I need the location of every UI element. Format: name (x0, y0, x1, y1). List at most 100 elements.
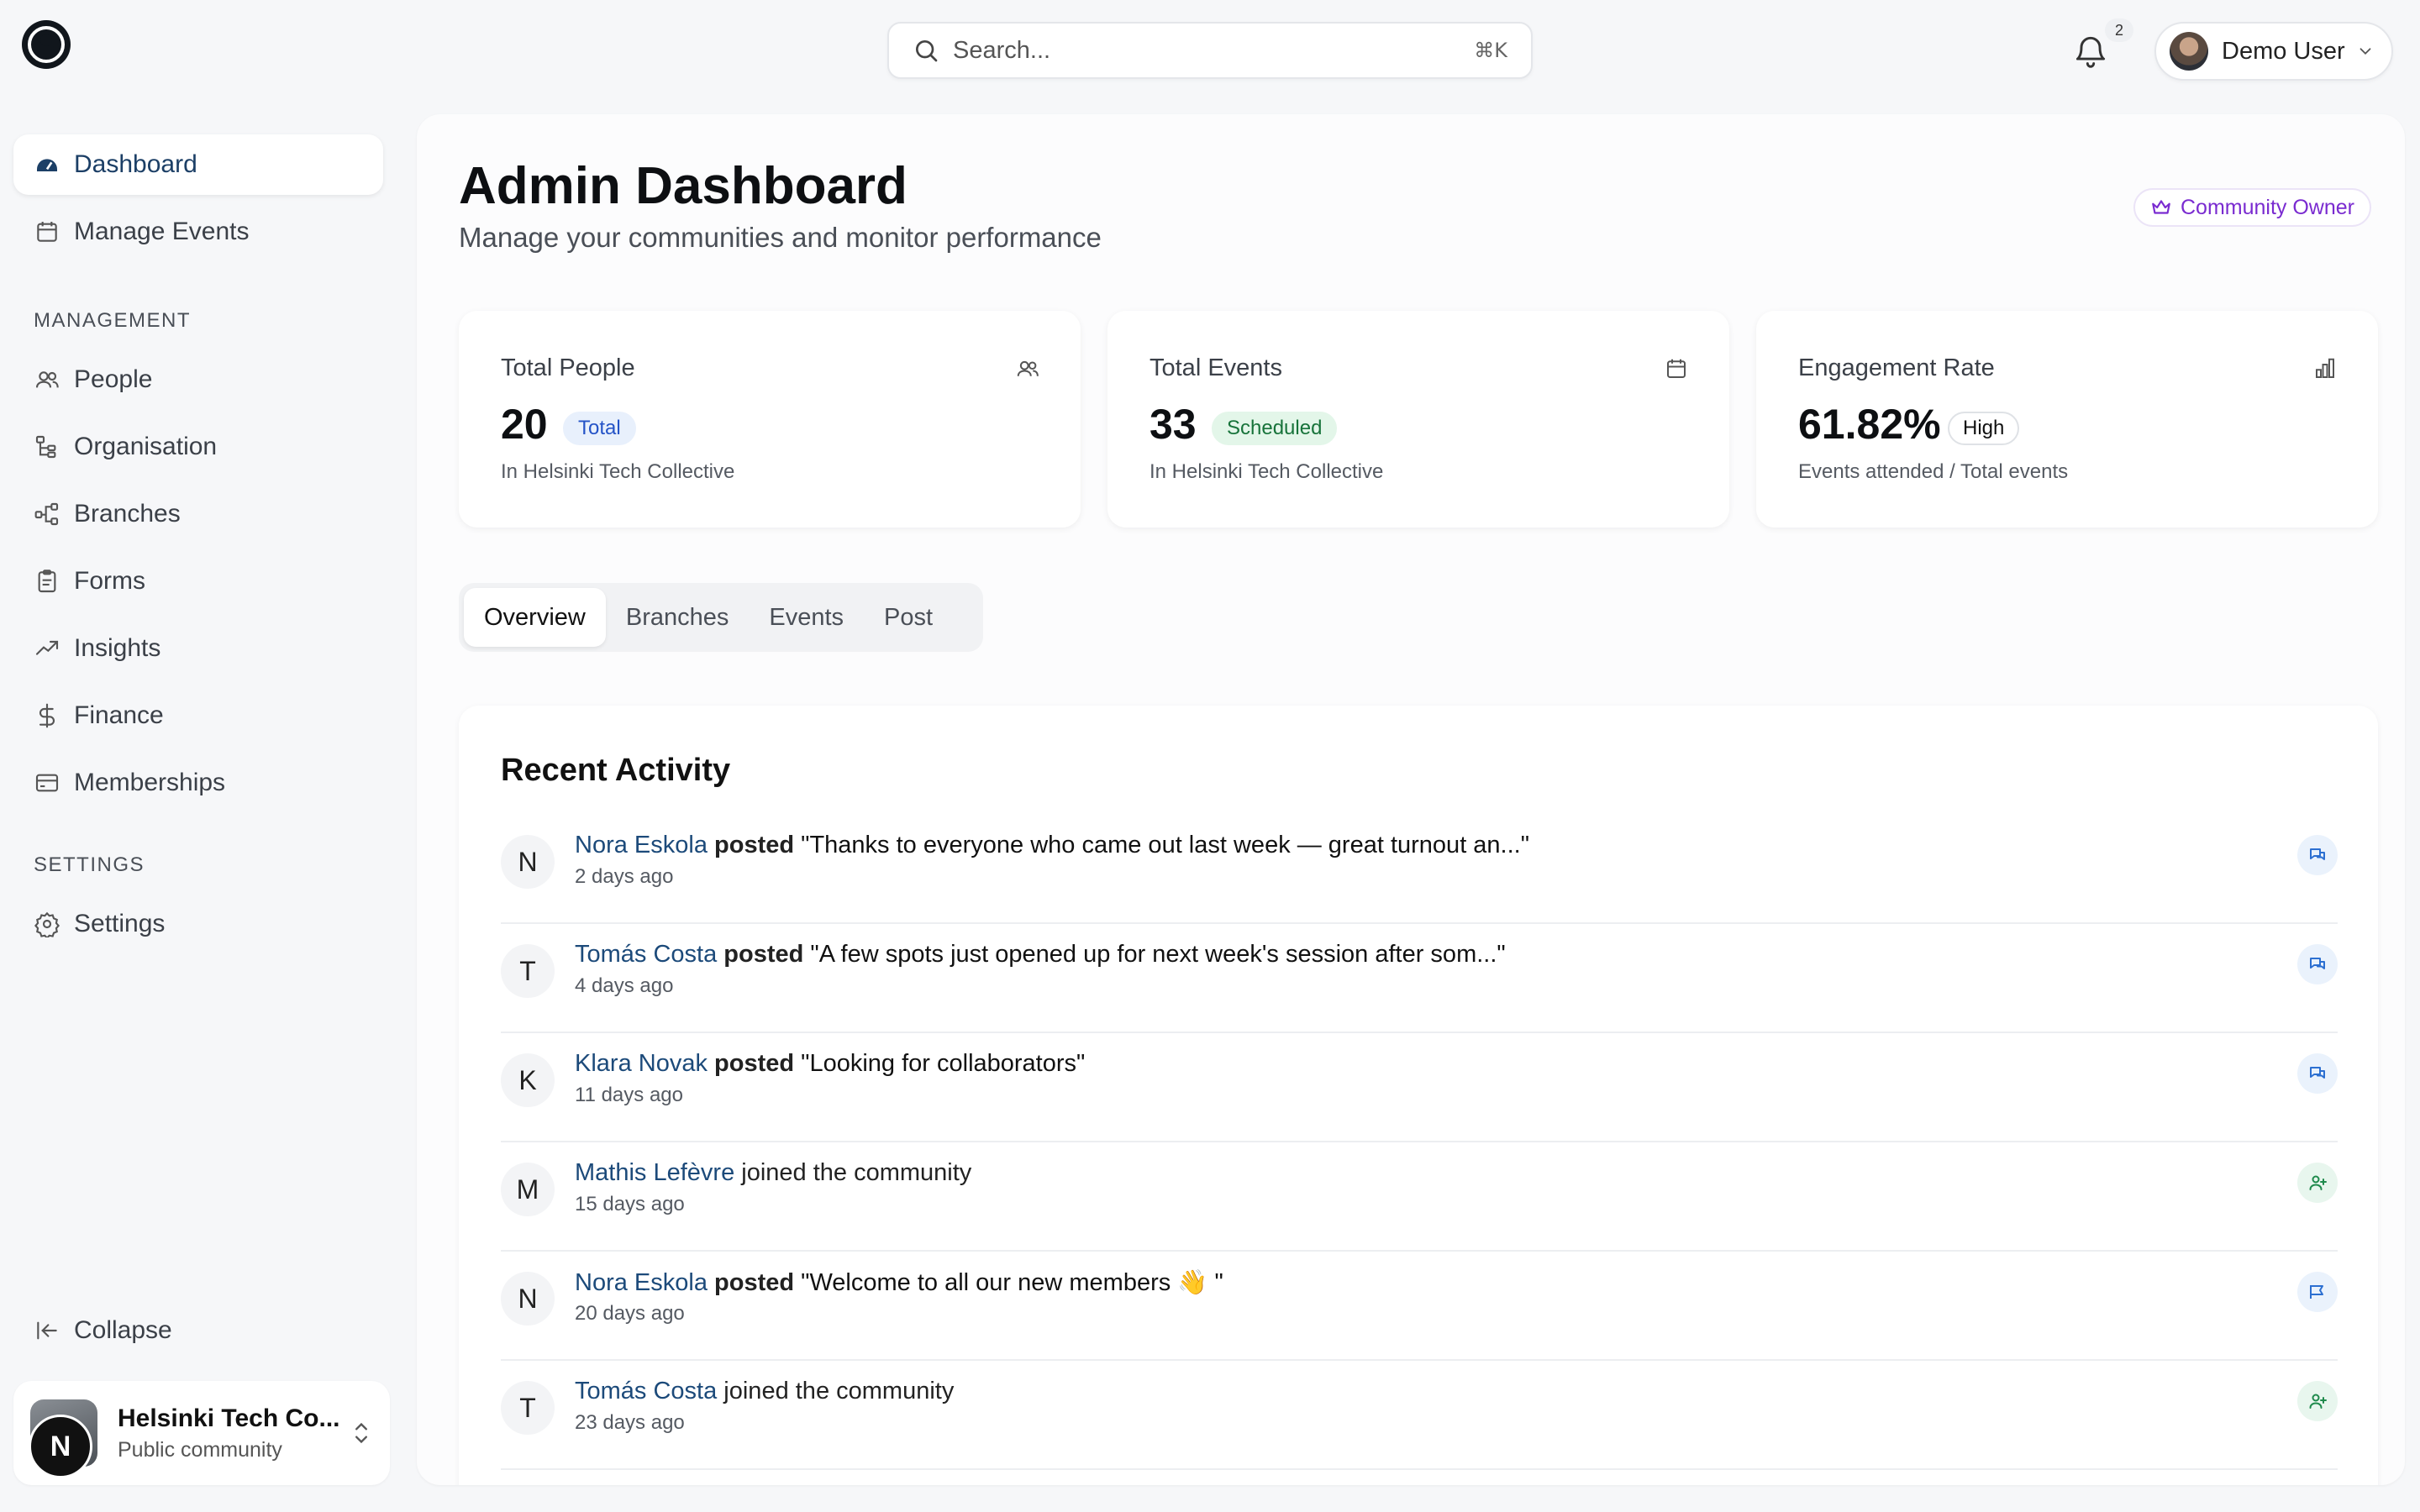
notifications-button[interactable] (2072, 32, 2109, 69)
activity-verb: posted (714, 1050, 795, 1077)
activity-content: "Looking for collaborators" (801, 1050, 1086, 1077)
community-switcher[interactable]: N Helsinki Tech Co... Public community (13, 1381, 390, 1485)
message-icon (2297, 944, 2338, 984)
sidebar-item-label: Memberships (74, 769, 226, 796)
search-icon (913, 37, 939, 64)
activity-row: K Klara Novak posted "Looking for collabo… (501, 1033, 2338, 1142)
activity-time: 15 days ago (575, 1193, 685, 1215)
people-icon (34, 366, 60, 393)
sidebar-item-label: Settings (74, 910, 166, 937)
activity-avatar: N (501, 835, 555, 889)
branches-icon (34, 501, 60, 528)
activity-avatar: K (501, 1053, 555, 1107)
user-plus-icon (2297, 1381, 2338, 1421)
activity-avatar: T (501, 944, 555, 998)
chevrons-up-down-icon (350, 1416, 373, 1450)
calendar-icon (1664, 356, 1689, 381)
sidebar-item-insights[interactable]: Insights (13, 618, 383, 679)
collapse-button[interactable]: Collapse (13, 1300, 383, 1361)
activity-time: 20 days ago (575, 1302, 685, 1325)
crown-icon (2150, 197, 2172, 218)
activity-author-link[interactable]: Nora Eskola (575, 1269, 708, 1296)
activity-text: Nora Eskola posted "Thanks to everyone w… (575, 832, 1529, 859)
activity-author-link[interactable]: Tomás Costa (575, 1378, 717, 1404)
activity-verb: joined the community (741, 1159, 972, 1186)
activity-avatar: T (501, 1381, 555, 1435)
stat-label: Total People (501, 354, 635, 381)
activity-text: Tomás Costa posted "A few spots just ope… (575, 941, 1506, 969)
sidebar-item-branches[interactable]: Branches (13, 484, 383, 544)
notification-count-badge: 2 (2105, 18, 2133, 42)
sidebar-item-finance[interactable]: Finance (13, 685, 383, 746)
activity-avatar: N (501, 1272, 555, 1326)
activity-verb: joined the community (723, 1378, 955, 1404)
activity-verb: posted (723, 941, 804, 968)
collapse-icon (34, 1317, 60, 1344)
activity-time: 2 days ago (575, 865, 674, 888)
activity-text: Mathis Lefèvre joined the community (575, 1159, 971, 1187)
sidebar-item-dashboard[interactable]: Dashboard (13, 134, 383, 195)
sidebar-item-label: Finance (74, 701, 164, 729)
tab-overview[interactable]: Overview (464, 588, 606, 647)
activity-content: "A few spots just opened up for next wee… (810, 941, 1506, 968)
activity-author-link[interactable]: Tomás Costa (575, 941, 717, 968)
card-icon (34, 769, 60, 796)
stat-chip: Scheduled (1212, 412, 1338, 445)
community-type: Public community (118, 1437, 282, 1462)
activity-row: M Mathis Lefèvre joined the community 15 … (501, 1142, 2338, 1252)
activity-author-link[interactable]: Klara Novak (575, 1050, 708, 1077)
sidebar-item-label: Branches (74, 500, 181, 528)
activity-content: "Welcome to all our new members 👋 " (801, 1269, 1223, 1296)
section-title-settings: SETTINGS (34, 853, 145, 876)
page-title: Admin Dashboard (459, 157, 908, 215)
sidebar-item-label: Dashboard (74, 150, 197, 178)
user-name: Demo User (2222, 37, 2345, 65)
dollar-icon (34, 702, 60, 729)
stat-card-engagement-rate: Engagement Rate 61.82% High Events atten… (1756, 311, 2378, 528)
activity-content: "Thanks to everyone who came out last we… (801, 832, 1530, 858)
sidebar: Dashboard Manage Events MANAGEMENT Peopl… (0, 118, 403, 1512)
bar-chart-icon (2312, 356, 2338, 381)
main-panel: Admin Dashboard Manage your communities … (417, 114, 2405, 1485)
activity-time: 11 days ago (575, 1084, 683, 1106)
app-logo[interactable] (20, 18, 72, 71)
sidebar-item-label: Forms (74, 567, 145, 595)
search-bar[interactable]: ⌘K (887, 22, 1533, 79)
search-shortcut: ⌘K (1474, 39, 1507, 62)
sidebar-item-people[interactable]: People (13, 349, 383, 410)
flag-icon (2297, 1272, 2338, 1312)
stat-chip: Total (563, 412, 636, 445)
people-icon (1015, 356, 1040, 381)
tab-branches[interactable]: Branches (606, 588, 750, 647)
bell-icon (2075, 36, 2106, 68)
sidebar-item-label: Organisation (74, 433, 218, 460)
sidebar-item-label: Insights (74, 634, 161, 662)
sidebar-item-forms[interactable]: Forms (13, 551, 383, 612)
tab-post[interactable]: Post (864, 588, 953, 647)
community-avatar: N (29, 1399, 97, 1478)
tab-events[interactable]: Events (749, 588, 864, 647)
user-menu-button[interactable]: Demo User (2154, 22, 2393, 81)
activity-author-link[interactable]: Mathis Lefèvre (575, 1159, 734, 1186)
activity-row: N Nora Eskola posted "Welcome to all our … (501, 1252, 2338, 1361)
role-badge-label: Community Owner (2181, 195, 2354, 219)
activity-row: N Nora Eskola posted "Thanks to everyone … (501, 815, 2338, 924)
activity-text: Klara Novak posted "Looking for collabor… (575, 1050, 1085, 1078)
sidebar-item-settings[interactable]: Settings (13, 894, 383, 954)
sidebar-item-manage-events[interactable]: Manage Events (13, 202, 383, 262)
stat-chip: High (1948, 412, 2020, 445)
search-input[interactable] (953, 36, 1475, 65)
sidebar-item-label: People (74, 365, 153, 393)
stat-description: In Helsinki Tech Collective (501, 460, 735, 483)
user-avatar (2170, 32, 2208, 71)
stat-value: 61.82% (1798, 401, 1941, 448)
sidebar-item-organisation[interactable]: Organisation (13, 417, 383, 477)
activity-text: Nora Eskola posted "Welcome to all our n… (575, 1268, 1223, 1297)
sidebar-item-memberships[interactable]: Memberships (13, 753, 383, 813)
activity-author-link[interactable]: Nora Eskola (575, 832, 708, 858)
stat-label: Total Events (1150, 354, 1282, 381)
trending-up-icon (34, 635, 60, 662)
activity-row: T Tomás Costa joined the community 23 day… (501, 1361, 2338, 1470)
stat-card-total-events: Total Events 33 Scheduled In Helsinki Te… (1107, 311, 1729, 528)
activity-verb: posted (714, 832, 795, 858)
